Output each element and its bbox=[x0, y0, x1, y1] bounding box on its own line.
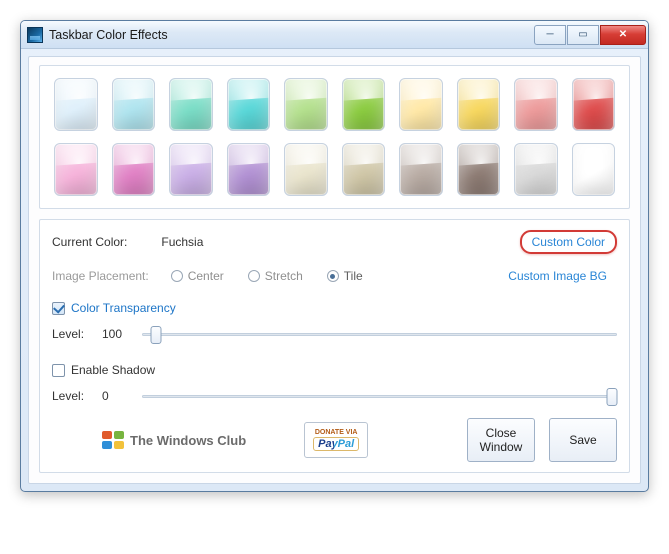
color-swatch[interactable] bbox=[342, 143, 386, 196]
color-swatch[interactable] bbox=[169, 78, 213, 131]
color-swatch[interactable] bbox=[169, 143, 213, 196]
transparency-checkbox[interactable]: Color Transparency bbox=[52, 301, 176, 315]
windows-flag-icon bbox=[102, 431, 124, 449]
settings-panel: Current Color: Fuchsia Custom Color Imag… bbox=[39, 219, 630, 473]
color-swatch[interactable] bbox=[284, 78, 328, 131]
transparency-level-value: 100 bbox=[102, 327, 132, 341]
brand-label: The Windows Club bbox=[130, 433, 246, 448]
placement-center[interactable]: Center bbox=[171, 269, 224, 283]
placement-stretch[interactable]: Stretch bbox=[248, 269, 303, 283]
footer-row: The Windows Club DONATE VIA PayPal Close… bbox=[52, 418, 617, 462]
swatch-row-1 bbox=[54, 78, 615, 131]
color-swatch[interactable] bbox=[112, 143, 156, 196]
color-swatch[interactable] bbox=[572, 78, 616, 131]
placement-tile[interactable]: Tile bbox=[327, 269, 363, 283]
color-swatch[interactable] bbox=[54, 78, 98, 131]
donate-paypal-button[interactable]: DONATE VIA PayPal bbox=[304, 422, 368, 458]
custom-color-link[interactable]: Custom Color bbox=[520, 230, 617, 254]
color-swatch[interactable] bbox=[284, 143, 328, 196]
color-swatch[interactable] bbox=[227, 143, 271, 196]
titlebar[interactable]: Taskbar Color Effects ─ ▭ ✕ bbox=[21, 21, 648, 49]
paypal-logo: PayPal bbox=[313, 437, 359, 451]
color-swatch[interactable] bbox=[112, 78, 156, 131]
color-swatch[interactable] bbox=[227, 78, 271, 131]
app-window: Taskbar Color Effects ─ ▭ ✕ Current Colo… bbox=[20, 20, 649, 492]
placement-stretch-label: Stretch bbox=[265, 269, 303, 283]
color-swatch[interactable] bbox=[457, 78, 501, 131]
transparency-level-label: Level: bbox=[52, 327, 92, 341]
placement-label: Image Placement: bbox=[52, 269, 149, 283]
shadow-check-label: Enable Shadow bbox=[71, 363, 155, 377]
color-swatch[interactable] bbox=[342, 78, 386, 131]
save-button[interactable]: Save bbox=[549, 418, 617, 462]
window-controls: ─ ▭ ✕ bbox=[533, 25, 646, 45]
transparency-row: Color Transparency bbox=[52, 296, 617, 320]
close-window-button[interactable]: Close Window bbox=[467, 418, 535, 462]
color-swatch-panel bbox=[39, 65, 630, 209]
window-title: Taskbar Color Effects bbox=[49, 28, 533, 42]
color-swatch[interactable] bbox=[514, 143, 558, 196]
brand-badge[interactable]: The Windows Club bbox=[102, 431, 246, 449]
swatch-row-2 bbox=[54, 143, 615, 196]
donate-top-label: DONATE VIA bbox=[315, 429, 358, 436]
transparency-level-row: Level: 100 bbox=[52, 324, 617, 344]
maximize-button[interactable]: ▭ bbox=[567, 25, 599, 45]
transparency-slider[interactable] bbox=[142, 324, 617, 344]
color-swatch[interactable] bbox=[514, 78, 558, 131]
shadow-slider[interactable] bbox=[142, 386, 617, 406]
color-swatch[interactable] bbox=[399, 78, 443, 131]
color-swatch[interactable] bbox=[457, 143, 501, 196]
color-swatch[interactable] bbox=[54, 143, 98, 196]
shadow-level-row: Level: 0 bbox=[52, 386, 617, 406]
custom-image-link[interactable]: Custom Image BG bbox=[498, 266, 617, 286]
window-body: Current Color: Fuchsia Custom Color Imag… bbox=[28, 56, 641, 484]
current-color-label: Current Color: bbox=[52, 235, 127, 249]
placement-tile-label: Tile bbox=[344, 269, 363, 283]
color-swatch[interactable] bbox=[572, 143, 616, 196]
checkbox-icon bbox=[52, 302, 65, 315]
close-button[interactable]: ✕ bbox=[600, 25, 646, 45]
shadow-level-value: 0 bbox=[102, 389, 132, 403]
app-icon bbox=[27, 27, 43, 43]
placement-row: Image Placement: Center Stretch Tile Cus… bbox=[52, 264, 617, 288]
shadow-row: Enable Shadow bbox=[52, 358, 617, 382]
placement-radios: Center Stretch Tile bbox=[171, 269, 363, 283]
transparency-check-label: Color Transparency bbox=[71, 301, 176, 315]
shadow-level-label: Level: bbox=[52, 389, 92, 403]
color-swatch[interactable] bbox=[399, 143, 443, 196]
current-color-row: Current Color: Fuchsia Custom Color bbox=[52, 230, 617, 254]
minimize-button[interactable]: ─ bbox=[534, 25, 566, 45]
placement-center-label: Center bbox=[188, 269, 224, 283]
checkbox-icon bbox=[52, 364, 65, 377]
current-color-value: Fuchsia bbox=[161, 235, 203, 249]
shadow-checkbox[interactable]: Enable Shadow bbox=[52, 363, 155, 377]
